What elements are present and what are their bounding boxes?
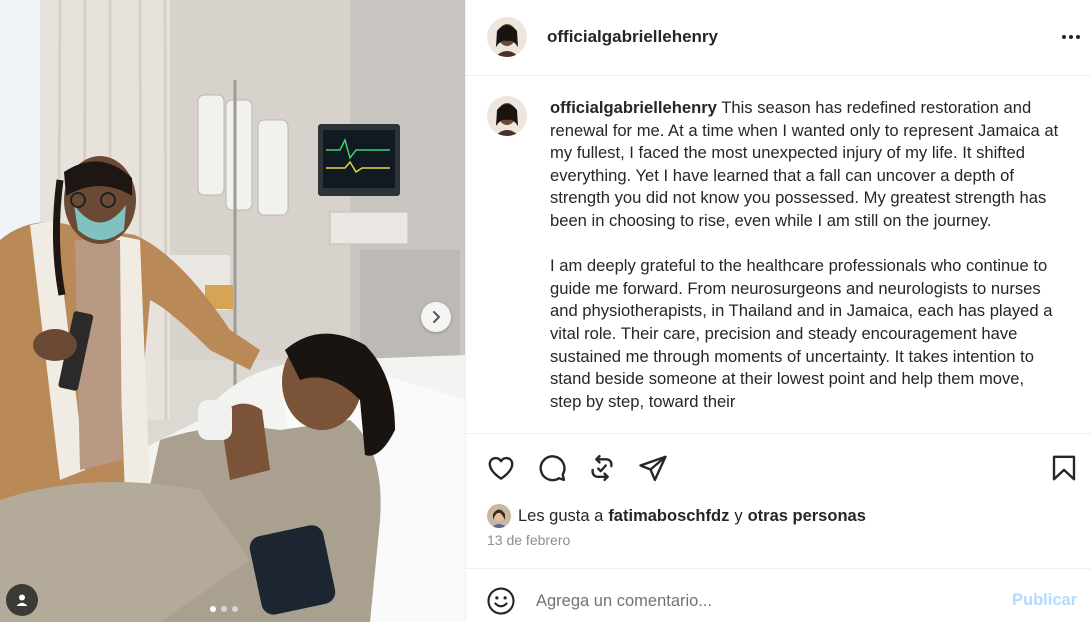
bookmark-icon: [1052, 455, 1076, 481]
person-tag-icon: [16, 594, 28, 606]
action-bar: [466, 433, 1091, 501]
post-photo: [0, 0, 465, 622]
share-icon: [639, 455, 667, 482]
comment-input[interactable]: [536, 587, 976, 615]
caption-section: officialgabriellehenry This season has r…: [466, 77, 1091, 433]
save-button[interactable]: [1048, 452, 1080, 484]
caption-text: officialgabriellehenry This season has r…: [550, 97, 1060, 413]
caption-paragraph-2: I am deeply grateful to the healthcare p…: [550, 256, 1053, 411]
comment-button[interactable]: [536, 452, 568, 484]
caption-author-avatar[interactable]: [487, 96, 527, 136]
post-header: officialgabriellehenry: [466, 0, 1091, 76]
liker-username[interactable]: fatimaboschfdz: [608, 507, 729, 526]
carousel-next-button[interactable]: [421, 302, 451, 332]
likes-prefix: Les gusta a: [518, 506, 604, 525]
smiley-icon: [487, 587, 515, 615]
likes-others-link[interactable]: otras personas: [748, 507, 866, 526]
repost-button[interactable]: [586, 452, 618, 484]
publish-button[interactable]: Publicar: [1012, 591, 1077, 610]
tagged-people-button[interactable]: [6, 584, 38, 616]
more-options-button[interactable]: [1058, 26, 1084, 48]
caption-paragraph-1: This season has redefined restoration an…: [550, 98, 1059, 230]
post-media[interactable]: [0, 0, 465, 622]
post-date[interactable]: 13 de febrero: [487, 532, 570, 548]
comment-bar: Publicar: [466, 568, 1091, 622]
likes-connector: y: [734, 506, 743, 525]
post-panel: officialgabriellehenry officialgabrielle…: [465, 0, 1091, 622]
emoji-button[interactable]: [485, 585, 517, 617]
comment-icon: [539, 455, 566, 482]
share-button[interactable]: [637, 452, 669, 484]
heart-icon: [488, 456, 514, 480]
carousel-dot-active: [210, 606, 216, 612]
like-button[interactable]: [485, 452, 517, 484]
caption-username[interactable]: officialgabriellehenry: [550, 98, 717, 117]
carousel-dot: [221, 606, 227, 612]
likes-summary: Les gusta a fatimaboschfdz y otras perso…: [487, 503, 866, 529]
carousel-dot: [232, 606, 238, 612]
carousel-indicator: [210, 606, 238, 612]
repost-icon: [591, 454, 613, 482]
chevron-right-icon: [433, 311, 440, 323]
author-avatar[interactable]: [487, 17, 527, 57]
more-horizontal-icon: [1062, 35, 1066, 39]
author-username[interactable]: officialgabriellehenry: [547, 27, 718, 47]
liker-avatar[interactable]: [487, 504, 511, 528]
